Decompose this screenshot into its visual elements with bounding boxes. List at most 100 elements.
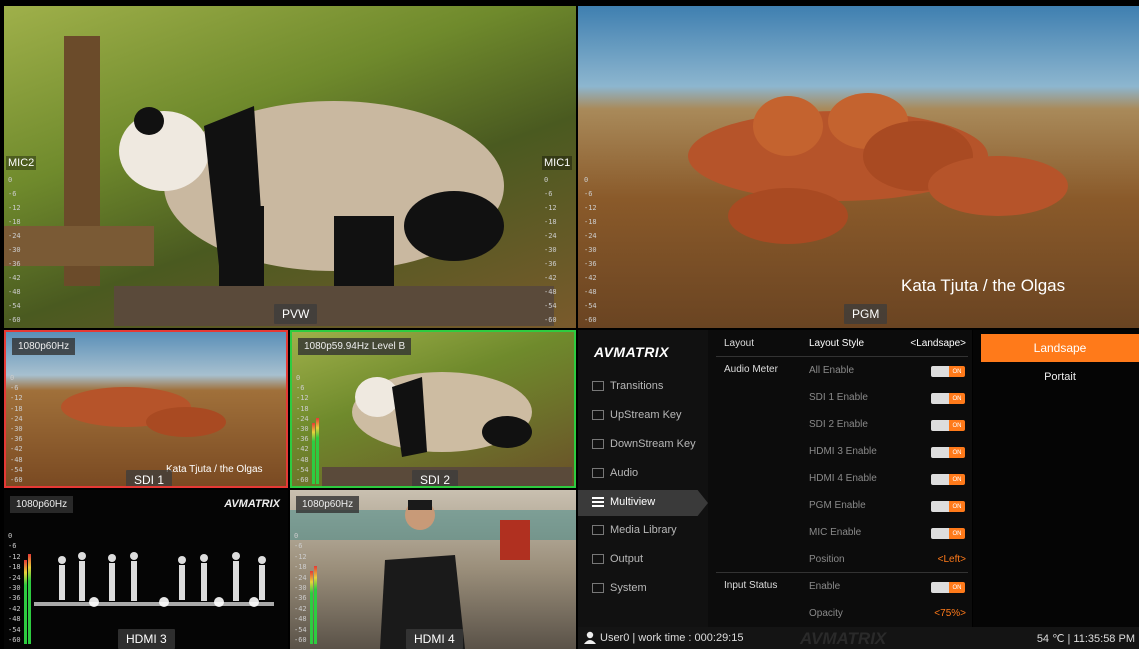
meter-tick-label: -54 — [10, 465, 23, 474]
meter-tick-label: -24 — [294, 573, 307, 582]
meter-tick-label: -12 — [8, 204, 21, 212]
meter-tick-label: -24 — [8, 232, 21, 240]
meter-tick-label: -36 — [584, 260, 597, 268]
meter-tick-label: -48 — [10, 455, 23, 464]
setting-enable-toggle[interactable]: ON — [931, 582, 965, 593]
meter-tick-label: -12 — [8, 552, 21, 561]
meter-tick-label: -54 — [296, 465, 309, 474]
setting-all-enable-toggle[interactable]: ON — [931, 366, 965, 377]
sdi2-tile[interactable]: 1080p59.94Hz Level B 0 -6 -12 -18 -24 -30 -36-… — [290, 330, 576, 488]
menu-item-output[interactable]: Output — [592, 553, 643, 565]
meter-tick-label: -54 — [8, 625, 21, 634]
setting-position-value[interactable]: <Left> — [938, 554, 966, 565]
meter-tick-label: -30 — [294, 584, 307, 592]
meter-scale: 0 -6 -12 -18 -24 -30 -36 -42 -48 -54 -60 — [294, 532, 308, 644]
hdmi3-meter: 0 -6 -12 -18 -24 -30 -36 -42 -48 -54 -60 — [8, 532, 31, 644]
meter-tick-label: -48 — [544, 288, 557, 296]
toggle-track — [931, 447, 949, 458]
meter-tick-label: -6 — [544, 190, 553, 198]
toggle-on-text: ON — [949, 420, 965, 431]
sdi1-caption: Kata Tjuta / the Olgas — [166, 464, 263, 475]
pvw-label: PVW — [274, 304, 318, 324]
meter-tick-label: 0 — [8, 176, 13, 184]
setting-pgm-enable-toggle[interactable]: ON — [931, 501, 965, 512]
meter-tick-label: -54 — [294, 625, 307, 634]
program-tile[interactable]: 0 -6 -12 -18 -24 -30 -36 -42 -48 -54 -60 Kata Tjut… — [578, 6, 1139, 328]
toggle-on-text: ON — [949, 366, 965, 377]
layout-options-panel: Landsape Portait — [973, 330, 1139, 627]
menu-item-multiview[interactable]: Multiview — [592, 496, 655, 508]
menu-item-system[interactable]: System — [592, 582, 647, 594]
meter-tick-label: -36 — [8, 594, 21, 603]
hdmi3-format: 1080p60Hz — [10, 496, 74, 513]
setting-hdmi-3-enable-label: HDMI 3 Enable — [809, 446, 877, 457]
meter-tick-label: -42 — [8, 274, 21, 282]
mic2-label: MIC2 — [6, 156, 37, 170]
meter-tick-label: -6 — [10, 384, 19, 393]
meter-tick-label: 0 — [294, 532, 299, 540]
toggle-track — [931, 393, 949, 404]
system-gear-icon — [592, 583, 604, 593]
hdmi4-tile[interactable]: 1080p60Hz 0 -6 -12 -18 -24 -30 -36 -42 -48 -54 -60… — [290, 490, 576, 649]
meter-scale: 0 -6 -12 -18 -24 -30 -36 -42 -48 -54 -60 — [296, 374, 310, 484]
hdmi3-tile[interactable]: 1080p60Hz AVMATRIX 0 -6 -12 -18 -24 -30 -36 -42… — [4, 490, 288, 649]
menu-item-media-library[interactable]: Media Library — [592, 524, 677, 536]
setting-hdmi-3-enable-toggle[interactable]: ON — [931, 447, 965, 458]
menu-item-downstream-key[interactable]: DownStream Key — [592, 438, 696, 450]
sdi2-image — [322, 372, 572, 486]
meter-tick-label: -24 — [8, 573, 21, 582]
toggle-track — [931, 474, 949, 485]
upstream-key-icon — [592, 410, 604, 420]
setting-hdmi-4-enable-toggle[interactable]: ON — [931, 474, 965, 485]
hdmi4-label: HDMI 4 — [406, 629, 463, 649]
meter-tick-label: -12 — [294, 552, 307, 561]
meter-tick-label: -30 — [296, 425, 309, 433]
setting-layout-style-value[interactable]: <Landsape> — [910, 338, 966, 349]
meter-tick-label: -18 — [8, 218, 21, 226]
hdmi4-format: 1080p60Hz — [296, 496, 360, 513]
meter-tick-label: -30 — [8, 584, 21, 592]
menu-item-audio[interactable]: Audio — [592, 467, 638, 479]
menu-item-upstream-key[interactable]: UpStream Key — [592, 409, 682, 421]
meter-tick-label: -54 — [8, 302, 21, 310]
meter-level-bar — [312, 423, 315, 484]
toggle-track — [931, 501, 949, 512]
toggle-on-text: ON — [949, 501, 965, 512]
option-portait[interactable]: Portait — [981, 366, 1139, 388]
meter-scale: 0 -6 -12 -18 -24 -30 -36 -42 -48 -54 -60 — [544, 176, 558, 324]
panda-image — [4, 36, 554, 326]
meter-level-bar — [310, 571, 313, 644]
divider-1 — [716, 356, 968, 357]
meter-tick-label: -6 — [294, 542, 303, 551]
meter-tick-label: -30 — [584, 246, 597, 254]
toggle-track — [931, 582, 949, 593]
meter-tick-label: -6 — [8, 542, 17, 551]
downstream-key-icon — [592, 439, 604, 449]
setting-sdi-2-enable-toggle[interactable]: ON — [931, 420, 965, 431]
option-landsape[interactable]: Landsape — [981, 334, 1139, 362]
toggle-track — [931, 528, 949, 539]
setting-mic-enable-toggle[interactable]: ON — [931, 528, 965, 539]
meter-level-bar — [28, 554, 31, 644]
meter-level-bar — [314, 566, 317, 644]
setting-opacity-value[interactable]: <75%> — [934, 608, 966, 619]
setting-sdi-1-enable-toggle[interactable]: ON — [931, 393, 965, 404]
menu-item-transitions[interactable]: Transitions — [592, 380, 663, 392]
menu-item-label: Output — [610, 553, 644, 565]
transitions-icon — [592, 381, 604, 391]
sdi1-tile[interactable]: 1080p60Hz 0 -6 -12 -18 -24 -30 -36 -42 -48 -54 -60… — [4, 330, 288, 488]
toggle-on-text: ON — [949, 393, 965, 404]
menu-item-label: Media Library — [610, 524, 677, 536]
sdi1-format: 1080p60Hz — [12, 338, 76, 355]
meter-tick-label: -18 — [584, 218, 597, 226]
meter-tick-label: -18 — [296, 404, 309, 413]
meter-tick-label: -24 — [584, 232, 597, 240]
setting-hdmi-4-enable-label: HDMI 4 Enable — [809, 473, 877, 484]
setting-mic-enable-label: MIC Enable — [809, 527, 862, 538]
preview-tile[interactable]: MIC2 MIC1 0 -6 -12 -18 -24 -30 -36 -42 -48 -54 -60… — [4, 6, 576, 328]
avmatrix-logo: AVMATRIX — [594, 344, 670, 360]
meter-tick-label: -24 — [10, 414, 23, 423]
meter-tick-label: 0 — [296, 374, 301, 382]
meter-tick-label: -30 — [8, 246, 21, 254]
hdmi3-image — [34, 552, 274, 607]
